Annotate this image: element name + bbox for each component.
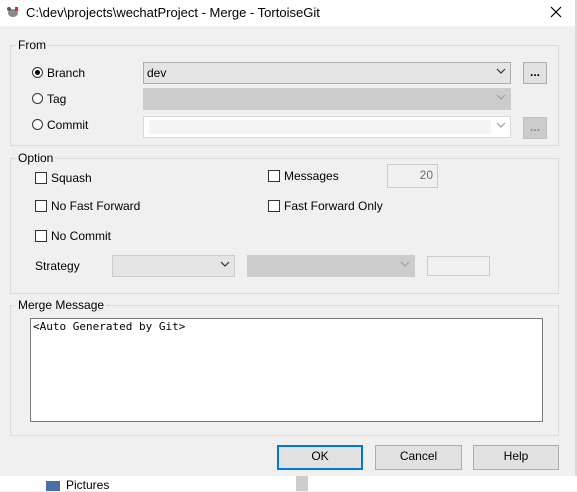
chevron-down-icon [400,261,410,267]
branch-combo-value: dev [147,66,167,80]
chevron-down-icon [496,122,506,128]
messages-checkbox[interactable] [268,170,280,182]
option-group-label: Option [16,151,56,165]
commit-browse-button[interactable]: ... [523,117,547,139]
tag-radio[interactable] [32,93,43,104]
no-fast-forward-checkbox[interactable] [35,200,47,212]
tag-combo[interactable] [143,88,511,110]
tortoisegit-app-icon [7,7,18,17]
squash-label: Squash [51,171,92,185]
fast-forward-only-checkbox[interactable] [268,200,280,212]
strategy-param-input[interactable] [427,256,490,276]
tag-radio-label: Tag [47,92,67,106]
messages-count-input[interactable]: 20 [387,164,438,188]
branch-radio-label: Branch [47,66,86,80]
no-fast-forward-label: No Fast Forward [51,199,141,213]
strategy-option-combo[interactable] [247,255,415,277]
from-group-label: From [16,38,48,52]
no-commit-checkbox[interactable] [35,230,47,242]
background-item-label: Pictures [66,478,110,492]
background-scrollbar [296,476,308,491]
background-folder-icon [46,481,60,491]
no-commit-label: No Commit [51,229,112,243]
commit-combo[interactable] [143,116,511,138]
commit-radio[interactable] [32,119,43,130]
fast-forward-only-label: Fast Forward Only [284,199,383,213]
cancel-button[interactable]: Cancel [375,445,462,470]
squash-checkbox[interactable] [35,172,47,184]
commit-combo-edit[interactable] [149,120,491,134]
merge-message-textarea[interactable]: <Auto Generated by Git> [30,318,543,422]
branch-radio[interactable] [32,67,43,78]
merge-message-group-label: Merge Message [16,298,107,312]
chevron-down-icon [496,68,506,74]
window-title: C:\dev\projects\wechatProject - Merge - … [26,5,320,20]
branch-combo[interactable]: dev [143,62,511,84]
close-icon[interactable] [544,2,568,22]
chevron-down-icon [496,94,506,100]
messages-label: Messages [284,169,339,183]
branch-browse-button[interactable]: ... [523,62,547,84]
ok-button[interactable]: OK [277,445,363,470]
strategy-label: Strategy [35,259,80,273]
strategy-combo[interactable] [112,255,235,277]
commit-radio-label: Commit [47,118,89,132]
help-button[interactable]: Help [473,445,559,470]
chevron-down-icon [220,261,230,267]
